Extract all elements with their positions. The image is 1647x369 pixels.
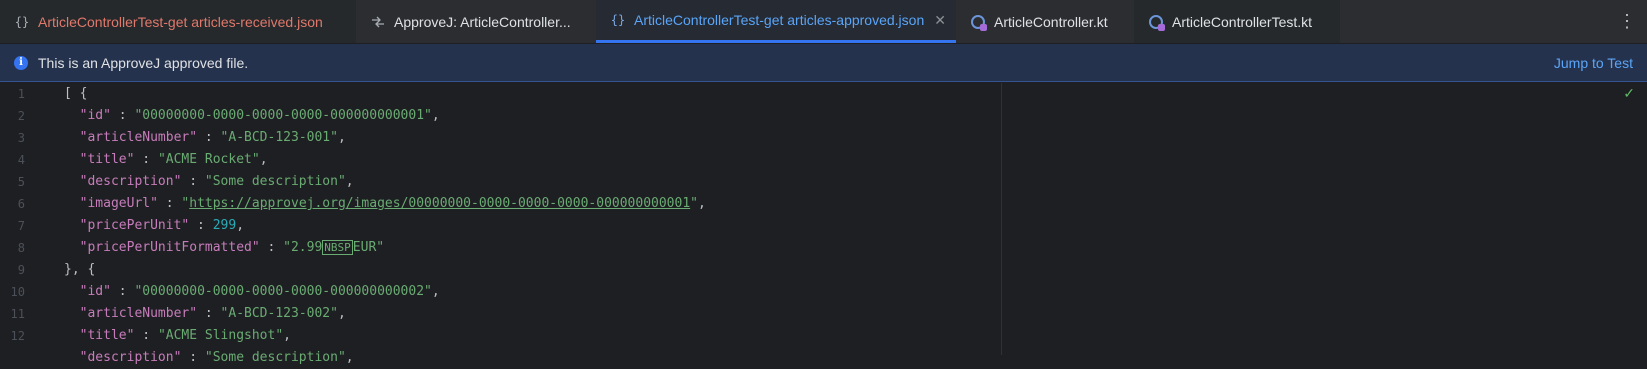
more-tabs-icon[interactable]: ⋮	[1617, 0, 1637, 43]
line-number: 5	[17, 175, 25, 189]
code-editor[interactable]: ✓ 1 2 3 4 5 6 7 8 9 10 11 12 [ { "id" : …	[0, 83, 1647, 365]
code-line: "pricePerUnitFormatted" : "2.99 NBSP EUR"	[79, 240, 385, 255]
banner-message: This is an ApproveJ approved file.	[38, 54, 249, 71]
right-margin-guide	[1001, 83, 1002, 355]
code-line: "id" : "00000000-0000-0000-0000-00000000…	[79, 108, 440, 123]
tab-label: ArticleControllerTest-get articles-appro…	[634, 12, 925, 28]
tab-label: ArticleControllerTest-get articles-recei…	[38, 13, 323, 30]
tab-label: ArticleController.kt	[994, 13, 1108, 30]
line-number-gutter: 1 2 3 4 5 6 7 8 9 10 11 12	[0, 83, 40, 347]
nbsp-marker: NBSP	[322, 240, 353, 255]
jump-to-test-link[interactable]: Jump to Test	[1554, 55, 1633, 71]
line-number: 3	[17, 131, 25, 145]
code-line: "id" : "00000000-0000-0000-0000-00000000…	[79, 284, 440, 299]
image-url-link[interactable]: https://approvej.org/images/00000000-000…	[189, 196, 690, 211]
code-line: "title" : "ACME Rocket",	[79, 152, 268, 167]
json-braces-icon: {}	[610, 13, 626, 27]
code-line: "description" : "Some description",	[79, 174, 354, 189]
tab-label: ArticleControllerTest.kt	[1172, 13, 1313, 30]
code-line-partial: "description" : "Some description",	[79, 350, 354, 365]
tab-label: ApproveJ: ArticleController...	[394, 13, 571, 30]
kotlin-class-icon	[970, 14, 987, 31]
line-number: 8	[17, 241, 25, 255]
code-line: "pricePerUnit" : 299,	[79, 218, 245, 233]
editor-tab-bar: {} ArticleControllerTest-get articles-re…	[0, 0, 1647, 44]
kotlin-class-icon	[1148, 14, 1165, 31]
line-number: 4	[17, 153, 25, 167]
line-number: 11	[10, 307, 25, 321]
line-number: 6	[17, 197, 25, 211]
tab-approved-json[interactable]: {} ArticleControllerTest-get articles-ap…	[596, 0, 956, 43]
code-line: }, {	[64, 262, 96, 277]
tab-received-json[interactable]: {} ArticleControllerTest-get articles-re…	[0, 0, 356, 43]
close-tab-icon[interactable]: ✕	[934, 12, 946, 29]
line-number: 1	[17, 87, 25, 101]
code-line: "title" : "ACME Slingshot",	[79, 328, 291, 343]
line-number: 12	[10, 329, 25, 343]
line-number: 10	[10, 285, 25, 299]
line-number: 7	[17, 219, 25, 233]
json-braces-icon: {}	[14, 14, 30, 29]
info-icon: i	[14, 55, 28, 70]
tab-article-controller-test-kt[interactable]: ArticleControllerTest.kt	[1134, 0, 1340, 43]
no-problems-check-icon[interactable]: ✓	[1623, 85, 1635, 102]
line-number: 2	[17, 109, 25, 123]
code-line: "articleNumber" : "A-BCD-123-001",	[79, 130, 346, 145]
tab-article-controller-kt[interactable]: ArticleController.kt	[956, 0, 1134, 43]
approvej-notification-banner: i This is an ApproveJ approved file. Jum…	[0, 44, 1647, 82]
code-line: "imageUrl" : "https://approvej.org/image…	[79, 196, 706, 211]
code-lines: [ { "id" : "00000000-0000-0000-0000-0000…	[64, 83, 706, 369]
diff-icon	[370, 14, 386, 30]
tab-approvej-diff[interactable]: ApproveJ: ArticleController...	[356, 0, 596, 43]
line-number: 9	[17, 263, 25, 277]
code-line: [ {	[64, 86, 88, 101]
code-line: "articleNumber" : "A-BCD-123-002",	[79, 306, 346, 321]
